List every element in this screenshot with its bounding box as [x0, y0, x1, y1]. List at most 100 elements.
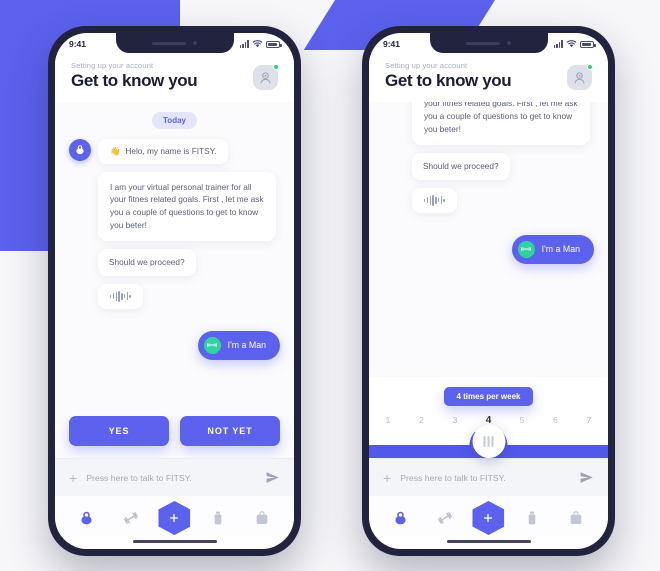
app-header-left: Setting up your account Get to know you [55, 55, 294, 102]
slider-value-tooltip: 4 times per week [444, 387, 533, 406]
bottom-nav-left [55, 496, 294, 549]
slider-tick-5[interactable]: 5 [515, 415, 529, 426]
sidebar-item-supplements[interactable] [515, 503, 549, 533]
status-bar-indicators [239, 40, 282, 48]
slider-tick-1[interactable]: 1 [381, 415, 395, 426]
shopping-bag-icon [256, 511, 268, 524]
slider-tick-3[interactable]: 3 [448, 415, 462, 426]
page-title: Get to know you [71, 71, 198, 90]
send-icon[interactable] [265, 470, 280, 485]
dumbbell-icon [123, 512, 138, 524]
header-text-block: Setting up your account Get to know you [385, 61, 512, 91]
search-input[interactable] [400, 472, 570, 483]
plus-hex-icon [472, 501, 505, 535]
message-row-voice[interactable] [383, 187, 594, 213]
message-row-greeting: 👋 Helo, my name is FITSY. [69, 138, 280, 164]
message-composer-left[interactable]: + [55, 458, 294, 496]
sidebar-item-exercises[interactable] [114, 503, 148, 533]
earpiece-speaker-icon [466, 41, 500, 45]
message-text: Helo, my name is FITSY. [125, 145, 217, 156]
message-bubble-voice[interactable] [98, 283, 143, 309]
message-bubble-proceed: Should we proceed? [412, 152, 510, 180]
chat-messages-right[interactable]: Today 👋 Helo, my name is FITSY. [369, 101, 608, 377]
bottom-nav-right [369, 496, 608, 549]
phone-mockup-right: 9:41 Setting up your account Get to know… [362, 26, 615, 556]
slider-tick-7[interactable]: 7 [582, 415, 596, 426]
page-title: Get to know you [385, 71, 512, 90]
profile-button[interactable] [253, 64, 279, 90]
online-status-dot [587, 64, 593, 70]
home-indicator [132, 540, 217, 543]
sidebar-item-exercises[interactable] [428, 503, 462, 533]
audio-waveform-icon [110, 290, 131, 302]
add-button[interactable] [157, 501, 191, 535]
message-row-intro: I am your virtual personal trainer for a… [69, 171, 280, 241]
plus-icon[interactable]: + [383, 471, 391, 485]
kettlebell-bot-avatar-icon [69, 138, 91, 161]
battery-icon [580, 40, 596, 48]
sidebar-item-workouts[interactable] [70, 503, 104, 533]
message-row-voice[interactable] [69, 283, 280, 309]
message-bubble-intro: I am your virtual personal trainer for a… [98, 171, 276, 241]
supplement-bottle-icon [214, 511, 222, 525]
status-bar-time: 9:41 [383, 39, 401, 49]
phone-screen-right: 9:41 Setting up your account Get to know… [369, 33, 608, 549]
wave-emoji-icon: 👋 [110, 145, 121, 156]
gender-male-icon [517, 240, 535, 258]
message-text: I'm a Man [227, 339, 266, 350]
front-camera-icon [507, 41, 511, 45]
phone-mockup-left: 9:41 Setting up your account Get to know… [48, 26, 301, 556]
send-icon[interactable] [579, 470, 594, 485]
dumbbell-icon [437, 512, 452, 524]
message-row-user-gender: I'm a Man [69, 330, 280, 360]
day-separator-badge: Today [152, 111, 197, 129]
header-subtitle: Setting up your account [385, 61, 468, 70]
status-bar-indicators [553, 40, 596, 48]
message-composer-right[interactable]: + [369, 458, 608, 496]
slider-track[interactable] [369, 425, 608, 458]
message-bubble-intro: I am your virtual personal trainer for a… [412, 101, 590, 145]
message-row-intro: I am your virtual personal trainer for a… [383, 101, 594, 145]
message-bubble-greeting: 👋 Helo, my name is FITSY. [98, 138, 229, 164]
home-indicator [446, 540, 531, 543]
phone-notch-left [115, 33, 234, 53]
plus-icon[interactable]: + [69, 471, 77, 485]
screenshot-stage: 9:41 Setting up your account Get to know… [0, 0, 660, 571]
sidebar-item-shop[interactable] [245, 503, 279, 533]
search-input[interactable] [86, 472, 256, 483]
sidebar-item-workouts[interactable] [384, 503, 418, 533]
signal-bars-icon [239, 40, 249, 48]
phone-notch-right [429, 33, 548, 53]
kettlebell-icon [395, 511, 406, 524]
message-row-proceed: Should we proceed? [69, 248, 280, 276]
header-text-block: Setting up your account Get to know you [71, 61, 198, 91]
message-bubble-voice[interactable] [412, 187, 457, 213]
earpiece-speaker-icon [152, 41, 186, 45]
message-bubble-proceed: Should we proceed? [98, 248, 196, 276]
front-camera-icon [193, 41, 197, 45]
supplement-bottle-icon [528, 511, 536, 525]
wifi-icon [566, 40, 577, 48]
sidebar-item-shop[interactable] [559, 503, 593, 533]
phone-screen-left: 9:41 Setting up your account Get to know… [55, 33, 294, 549]
frequency-slider[interactable]: 4 times per week 1 2 3 4 5 6 7 [369, 377, 608, 458]
message-row-user-gender: I'm a Man [383, 234, 594, 264]
slider-tick-2[interactable]: 2 [415, 415, 429, 426]
sidebar-item-supplements[interactable] [201, 503, 235, 533]
header-subtitle: Setting up your account [71, 61, 154, 70]
slider-tick-6[interactable]: 6 [549, 415, 563, 426]
kettlebell-icon [81, 511, 92, 524]
message-bubble-user-gender: I'm a Man [511, 234, 594, 264]
plus-hex-icon [158, 501, 191, 535]
slider-grip-icon[interactable] [472, 425, 505, 458]
online-status-dot [273, 64, 279, 70]
message-text: I'm a Man [541, 243, 580, 254]
add-button[interactable] [471, 501, 505, 535]
app-header-right: Setting up your account Get to know you [369, 55, 608, 102]
message-bubble-user-gender: I'm a Man [197, 330, 280, 360]
profile-button[interactable] [567, 64, 593, 90]
chat-messages-left[interactable]: Today 👋 Helo, my name is FITSY. I am you… [55, 101, 294, 416]
status-bar-time: 9:41 [69, 39, 87, 49]
not-yet-button[interactable]: NOT YET [180, 416, 280, 446]
yes-button[interactable]: YES [69, 416, 169, 446]
